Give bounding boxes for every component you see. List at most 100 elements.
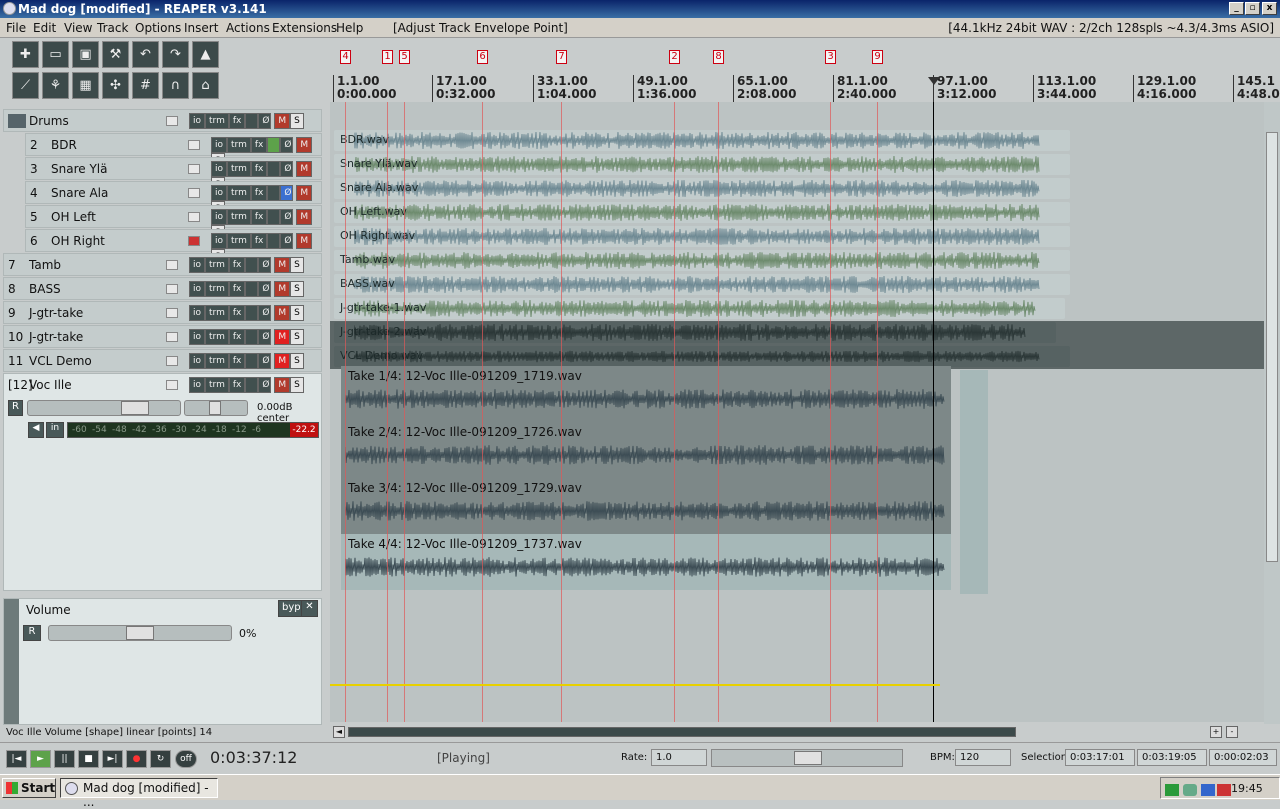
pan-knob[interactable] [209,401,221,415]
track-11[interactable]: 11 VCL Demo io trm fx Ø M S [3,349,322,372]
track-name[interactable]: BDR [51,138,77,152]
rate-slider[interactable] [711,749,903,767]
timeline-ruler[interactable]: 1.1.00 0:00.000 17.1.00 0:32.000 33.1.00 1:04… [330,40,1280,102]
solo-button[interactable]: S [290,377,304,393]
track-10[interactable]: 10 J-gtr-take io trm fx Ø M S [3,325,322,348]
fx-enable-icon[interactable] [245,113,259,129]
record-icon[interactable]: ● [126,750,147,768]
audio-clip[interactable]: OH Left.wav [334,202,1070,223]
menu-actions[interactable]: Actions [226,21,270,35]
selection-end[interactable]: 0:03:19:05 [1137,749,1207,766]
track-name[interactable]: J-gtr-take [29,330,83,344]
phase-button[interactable]: Ø [258,257,272,273]
fx-button[interactable]: fx [250,233,268,249]
marker[interactable]: 7 [556,50,567,64]
mute-button[interactable]: M [274,113,291,129]
mute-button[interactable]: M [296,161,313,177]
track-7[interactable]: 7 Tamb io trm fx Ø M S [3,253,322,276]
marker[interactable]: 5 [399,50,410,64]
trim-button[interactable]: trm [227,137,251,153]
track-1[interactable]: Drums io trm fx Ø M S [3,109,322,132]
take-lane[interactable]: Take 4/4: 12-Voc Ille-091209_1737.wav [341,534,951,590]
io-button[interactable]: io [211,233,228,249]
fx-enable-icon[interactable] [245,305,259,321]
grid-icon[interactable]: ▦ [72,72,99,99]
solo-button[interactable]: S [290,257,304,273]
audio-device-info[interactable]: [44.1kHz 24bit WAV : 2/2ch 128spls ~4.3/… [948,21,1274,35]
fx-button[interactable]: fx [250,137,268,153]
phase-button[interactable]: Ø [280,185,294,201]
solo-button[interactable]: S [290,305,304,321]
io-button[interactable]: io [189,377,206,393]
io-button[interactable]: io [189,113,206,129]
folder-icon[interactable] [166,380,178,390]
phase-button[interactable]: Ø [280,233,294,249]
track-5[interactable]: 5OH LeftiotrmfxØMS [25,205,322,241]
solo-button[interactable]: S [290,329,304,345]
take-lane[interactable]: Take 1/4: 12-Voc Ille-091209_1719.wav [341,366,951,422]
audio-clip[interactable]: Snare Ala.wav [334,178,1070,199]
io-button[interactable]: io [189,281,206,297]
maximize-button[interactable]: ▫ [1245,2,1260,15]
wrench-icon[interactable]: ⚒ [102,41,129,68]
mute-button[interactable]: M [274,305,291,321]
trim-button[interactable]: trm [227,161,251,177]
folder-icon[interactable] [188,140,200,150]
tray-arrow-icon[interactable] [1217,784,1231,796]
audio-clip[interactable]: J-gtr-take-1.wav [334,298,1065,319]
io-button[interactable]: io [189,329,206,345]
fx-button[interactable]: fx [228,353,246,369]
rate-slider-knob[interactable] [794,751,822,765]
rate-field[interactable]: 1.0 [651,749,707,766]
menu-extensions[interactable]: Extensions [272,21,337,35]
open-folder-icon[interactable]: ▭ [42,41,69,68]
marker[interactable]: 4 [340,50,351,64]
tray-play-icon[interactable] [1165,784,1179,796]
folder-icon[interactable] [188,188,200,198]
pause-icon[interactable]: || [54,750,75,768]
folder-icon[interactable] [166,116,178,126]
save-icon[interactable]: ▣ [72,41,99,68]
fx-enable-icon[interactable] [245,257,259,273]
trim-button[interactable]: trm [205,353,229,369]
phase-button[interactable]: Ø [258,281,272,297]
track-6[interactable]: 6OH RightiotrmfxØMS [25,229,322,265]
phase-button[interactable]: Ø [280,209,294,225]
fx-button[interactable]: fx [228,329,246,345]
speaker-icon[interactable]: ◀ [28,422,44,438]
envelope-value-slider[interactable] [48,625,232,641]
selection-start[interactable]: 0:03:17:01 [1065,749,1135,766]
take-lane[interactable]: Take 2/4: 12-Voc Ille-091209_1726.wav [341,422,951,478]
audio-clip[interactable]: VCL Demo.wav [334,346,1070,367]
fx-enable-icon[interactable] [267,137,281,153]
marker[interactable]: 2 [669,50,680,64]
redo-icon[interactable]: ↷ [162,41,189,68]
folder-icon[interactable] [166,260,178,270]
fx-enable-icon[interactable] [245,377,259,393]
fx-button[interactable]: fx [250,161,268,177]
tray-network-icon[interactable] [1183,784,1197,796]
io-button[interactable]: io [211,185,228,201]
magnet-icon[interactable]: ∩ [162,72,189,99]
fx-button[interactable]: fx [228,113,246,129]
playback-time[interactable]: 0:03:37:12 [210,748,297,767]
play-cursor-head[interactable] [928,77,940,85]
mute-button[interactable]: M [274,281,291,297]
fx-button[interactable]: fx [228,377,246,393]
io-button[interactable]: io [189,353,206,369]
io-button[interactable]: io [189,305,206,321]
start-button[interactable]: Start [2,778,56,798]
track-2[interactable]: 2BDRiotrmfxØMS [25,133,322,169]
io-button[interactable]: io [211,137,228,153]
solo-button[interactable]: S [290,281,304,297]
menu-file[interactable]: File [6,21,26,35]
marker[interactable]: 6 [477,50,488,64]
trim-button[interactable]: trm [205,113,229,129]
slider-knob[interactable] [126,626,154,640]
track-name[interactable]: J-gtr-take [29,306,83,320]
trim-button[interactable]: trm [227,209,251,225]
track-name[interactable]: BASS [29,282,61,296]
track-12[interactable]: [12] Voc Ille io trm fx Ø M S R 0.00dB center ◀ in -… [3,373,322,591]
lock-icon[interactable]: ⌂ [192,72,219,99]
vertical-scroll-thumb[interactable] [1266,132,1278,562]
